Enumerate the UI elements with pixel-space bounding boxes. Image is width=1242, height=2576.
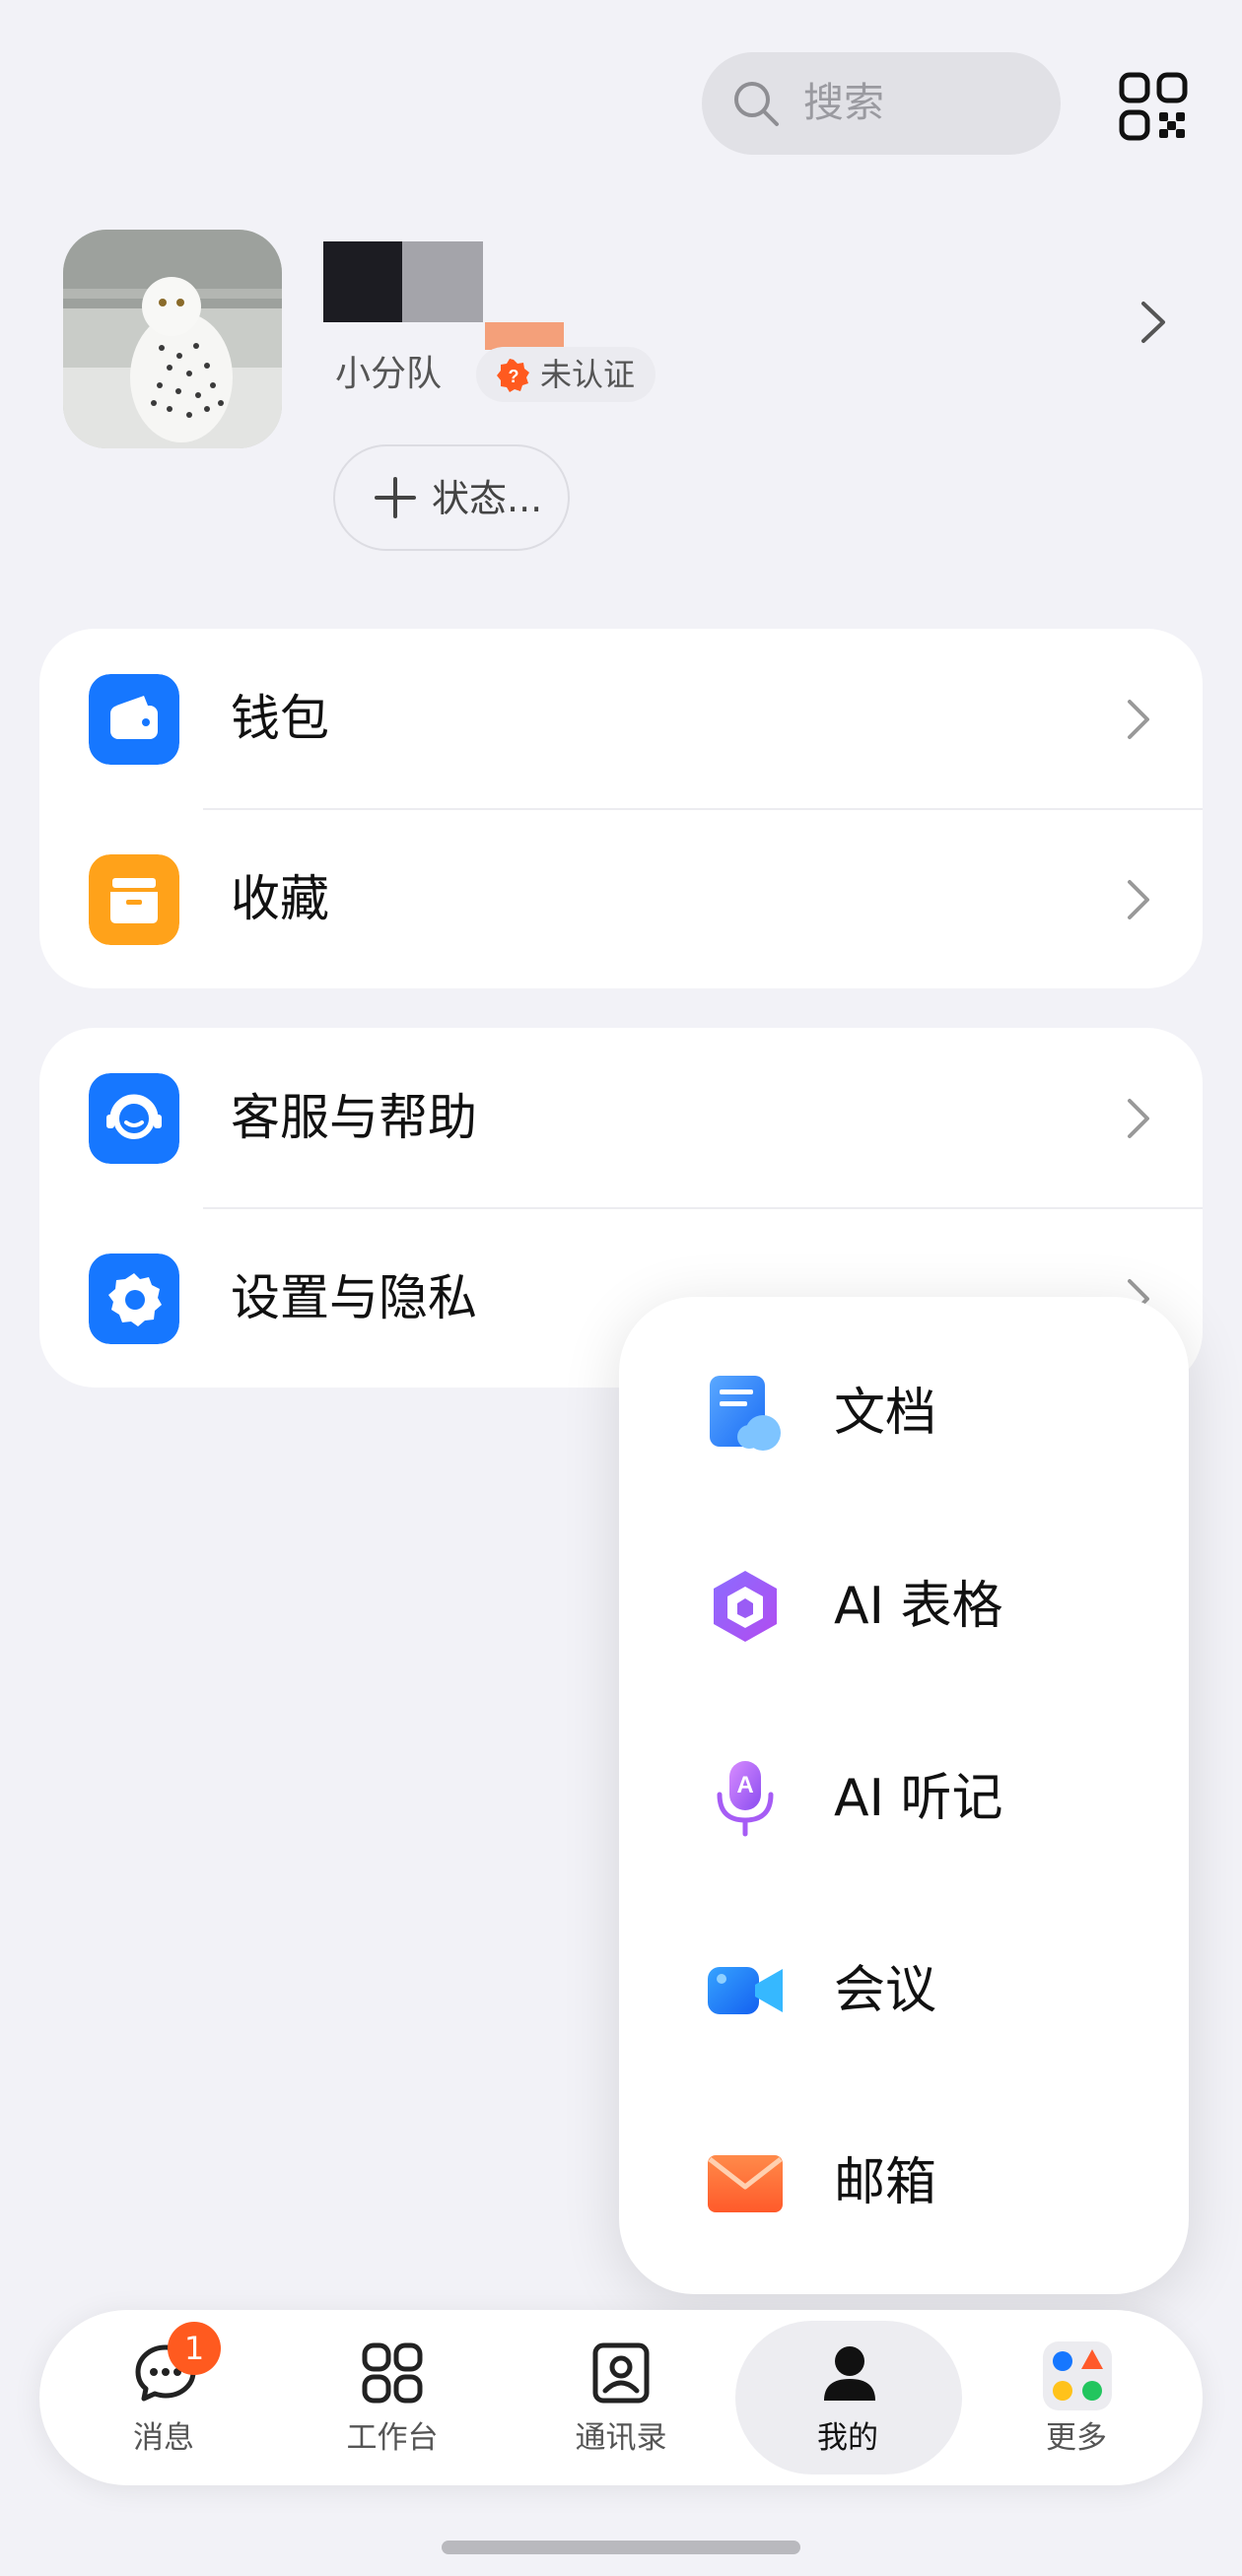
popup-label-ai-listen: AI 听记 [834, 1769, 1003, 1828]
username-redacted-2 [402, 241, 483, 322]
customer-service-icon [89, 1073, 179, 1164]
plus-icon [375, 477, 416, 518]
menu-label-settings: 设置与隐私 [231, 1269, 477, 1326]
popup-label-ai-table: AI 表格 [834, 1577, 1003, 1636]
menu-item-customer-service[interactable] [39, 1028, 1203, 1207]
search-placeholder: 搜索 [803, 79, 884, 126]
ai-listen-icon: A [717, 1761, 774, 1837]
popup-label-meeting: 会议 [834, 1961, 937, 2020]
menu-label-customer-service: 客服与帮助 [231, 1089, 477, 1146]
home-indicator [442, 2541, 800, 2554]
username-redacted [323, 241, 402, 322]
team-name: 小分队 [335, 354, 443, 394]
tab-label-more: 更多 [1046, 2420, 1107, 2456]
more-apps-icon [1043, 2341, 1112, 2410]
menu-label-wallet: 钱包 [231, 690, 329, 747]
avatar[interactable] [63, 230, 282, 448]
wallet-icon [89, 674, 179, 765]
search-icon [734, 82, 779, 126]
favorites-icon [89, 854, 179, 945]
redaction-mark [485, 322, 564, 350]
workbench-icon [362, 2342, 423, 2404]
meeting-icon [708, 1967, 783, 2014]
chevron-right-icon[interactable] [1136, 296, 1171, 349]
ai-table-icon [714, 1571, 777, 1642]
popup-label-mail: 邮箱 [834, 2153, 937, 2212]
tab-label-messages: 消息 [133, 2420, 194, 2456]
me-icon [824, 2346, 875, 2401]
svg-text:A: A [736, 1772, 753, 1798]
unverified-icon: ? [497, 359, 529, 392]
tab-label-workbench: 工作台 [346, 2420, 439, 2456]
verification-label: 未认证 [540, 356, 636, 393]
menu-item-favorites[interactable] [39, 810, 1203, 988]
menu-label-favorites: 收藏 [231, 870, 329, 927]
tab-label-me: 我的 [817, 2420, 878, 2456]
mail-icon [708, 2155, 783, 2212]
svg-text:?: ? [509, 367, 519, 386]
chevron-right-icon [1128, 880, 1149, 919]
contacts-icon [592, 2342, 650, 2404]
set-status-label: 状态... [432, 477, 543, 520]
document-icon [710, 1376, 781, 1451]
chevron-right-icon [1128, 1099, 1149, 1138]
menu-item-wallet[interactable] [39, 629, 1203, 808]
qr-scan-icon[interactable] [1119, 72, 1188, 141]
unread-badge: 1 [168, 2322, 221, 2375]
tab-label-contacts: 通讯录 [575, 2420, 667, 2456]
popup-label-document: 文档 [834, 1384, 937, 1443]
chevron-right-icon [1128, 700, 1149, 739]
settings-icon [89, 1254, 179, 1344]
